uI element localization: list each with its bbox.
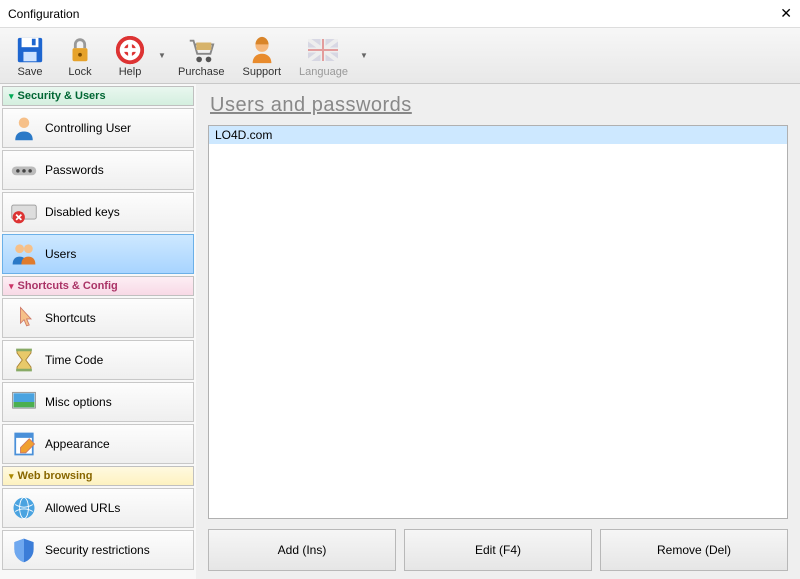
password-icon [9,155,39,185]
list-item[interactable]: LO4D.com [209,126,787,144]
section-label: Security & Users [18,90,106,102]
sidebar-item-passwords[interactable]: Passwords [2,150,194,190]
sidebar-item-security-restrictions[interactable]: Security restrictions [2,530,194,570]
section-label: Shortcuts & Config [18,280,118,292]
language-dropdown-icon[interactable]: ▼ [358,51,370,60]
sidebar-item-label: Disabled keys [45,205,120,219]
sidebar-item-users[interactable]: Users [2,234,194,274]
sidebar-item-shortcuts[interactable]: Shortcuts [2,298,194,338]
help-label: Help [119,66,142,78]
sidebar-item-label: Users [45,247,76,261]
titlebar: Configuration ✕ [0,0,800,28]
support-button[interactable]: Support [234,32,289,80]
users-listbox[interactable]: LO4D.com [208,125,788,519]
chevron-down-icon: ▾ [9,281,14,292]
save-icon [14,34,46,66]
page-title: Users and passwords [210,94,788,117]
button-row: Add (Ins) Edit (F4) Remove (Del) [208,529,788,571]
sidebar-item-allowed-urls[interactable]: Allowed URLs [2,488,194,528]
support-icon [246,34,278,66]
help-button[interactable]: Help [106,32,154,80]
section-label: Web browsing [18,470,93,482]
desktop-icon [9,387,39,417]
pointer-icon [9,303,39,333]
sidebar: ▾ Security & Users Controlling User Pass… [0,84,196,579]
keyboard-x-icon [9,197,39,227]
lock-icon [64,34,96,66]
sidebar-item-label: Appearance [45,437,110,451]
purchase-label: Purchase [178,66,224,78]
flag-icon [307,34,339,66]
add-label: Add (Ins) [278,543,327,557]
section-header-shortcuts[interactable]: ▾ Shortcuts & Config [2,276,194,296]
support-label: Support [242,66,281,78]
sidebar-item-controlling-user[interactable]: Controlling User [2,108,194,148]
sidebar-item-time-code[interactable]: Time Code [2,340,194,380]
shield-icon [9,535,39,565]
chevron-down-icon: ▾ [9,471,14,482]
window-title: Configuration [8,7,79,21]
edit-label: Edit (F4) [475,543,521,557]
toolbar: Save Lock Help ▼ Purchase Support Langua… [0,28,800,84]
help-dropdown-icon[interactable]: ▼ [156,51,168,60]
notepad-icon [9,429,39,459]
save-label: Save [17,66,42,78]
sidebar-item-label: Allowed URLs [45,501,120,515]
users-icon [9,239,39,269]
cart-icon [185,34,217,66]
list-item-label: LO4D.com [215,128,272,142]
close-icon[interactable]: ✕ [780,5,792,22]
chevron-down-icon: ▾ [9,91,14,102]
edit-button[interactable]: Edit (F4) [404,529,592,571]
sidebar-item-misc-options[interactable]: Misc options [2,382,194,422]
help-icon [114,34,146,66]
sidebar-item-label: Misc options [45,395,112,409]
add-button[interactable]: Add (Ins) [208,529,396,571]
language-button[interactable]: Language [291,32,356,80]
sidebar-item-label: Security restrictions [45,543,150,557]
language-label: Language [299,66,348,78]
user-icon [9,113,39,143]
sidebar-item-disabled-keys[interactable]: Disabled keys [2,192,194,232]
lock-label: Lock [68,66,91,78]
main-panel: Users and passwords LO4D.com Add (Ins) E… [196,84,800,579]
globe-icon [9,493,39,523]
sidebar-item-label: Time Code [45,353,103,367]
save-button[interactable]: Save [6,32,54,80]
purchase-button[interactable]: Purchase [170,32,232,80]
sidebar-item-appearance[interactable]: Appearance [2,424,194,464]
hourglass-icon [9,345,39,375]
sidebar-item-label: Controlling User [45,121,131,135]
section-header-security[interactable]: ▾ Security & Users [2,86,194,106]
sidebar-item-label: Shortcuts [45,311,96,325]
section-header-web[interactable]: ▾ Web browsing [2,466,194,486]
remove-label: Remove (Del) [657,543,731,557]
remove-button[interactable]: Remove (Del) [600,529,788,571]
sidebar-item-label: Passwords [45,163,104,177]
lock-button[interactable]: Lock [56,32,104,80]
body: ▾ Security & Users Controlling User Pass… [0,84,800,579]
